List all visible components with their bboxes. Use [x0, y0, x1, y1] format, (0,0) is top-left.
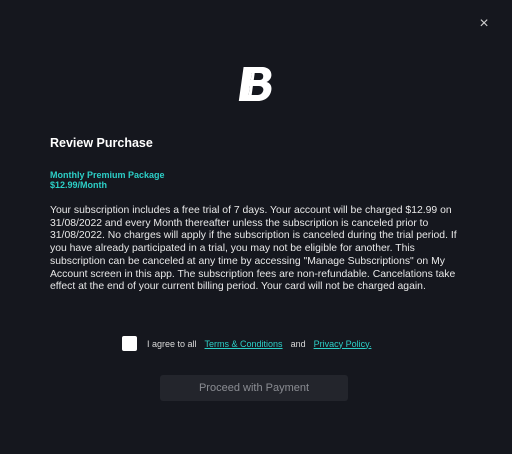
package-name: Monthly Premium Package: [50, 170, 165, 180]
brand-b-logo-icon: [238, 67, 272, 101]
agree-row: I agree to all Terms & Conditions and Pr…: [122, 336, 371, 351]
review-purchase-modal: × Review Purchase Monthly Premium Packag…: [0, 0, 512, 454]
agree-prefix-label: I agree to all: [147, 338, 197, 349]
close-button[interactable]: ×: [474, 14, 494, 34]
brand-logo: [236, 64, 276, 104]
privacy-policy-link[interactable]: Privacy Policy.: [314, 339, 372, 349]
proceed-with-payment-button[interactable]: Proceed with Payment: [160, 375, 348, 401]
close-icon: ×: [479, 15, 489, 32]
terms-conditions-link[interactable]: Terms & Conditions: [205, 339, 283, 349]
proceed-button-label: Proceed with Payment: [198, 382, 310, 394]
agree-checkbox[interactable]: [122, 336, 137, 351]
page-title: Review Purchase: [50, 136, 153, 150]
agree-and-label: and: [290, 338, 306, 349]
package-price: $12.99/Month: [50, 180, 108, 190]
subscription-terms-text: Your subscription includes a free trial …: [50, 205, 457, 293]
